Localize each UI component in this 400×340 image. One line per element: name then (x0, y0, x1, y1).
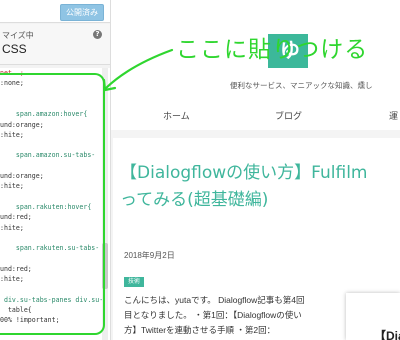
code-line: span.rakuten:hover{ (0, 202, 92, 211)
nav-item-home[interactable]: ホーム (163, 109, 190, 122)
site-nav: ホーム ブログ 運 (111, 98, 400, 130)
site-tagline: 便利なサービス、マニアックな知識、燻し (230, 81, 373, 90)
code-line: und:orange; (0, 120, 44, 129)
customizer-panel: 公開済み マイズ中 CSS ? net ; :none; span.amazon:… (0, 0, 111, 340)
code-line: span.amazon:hover{ (0, 110, 88, 119)
article-title-line: 【Dialogflowの使い方】Fulfilm (120, 163, 368, 183)
article-body-line: こんにちは、yutaです。 Dialogflow記事も第4回 (124, 295, 305, 305)
code-line: span.rakuten.su-tabs- (0, 244, 100, 253)
customizer-header: 公開済み (0, 0, 110, 23)
code-line: :hite; (0, 275, 24, 283)
editor-scrollbar[interactable] (102, 68, 108, 340)
code-line: :none; (0, 79, 24, 88)
code-line: und:red; (0, 213, 32, 222)
code-line: net ; (0, 69, 24, 77)
code-line: :hite; (0, 130, 24, 139)
nav-item-more[interactable]: 運 (389, 109, 398, 122)
article-body-line: 方】Twitterを連動させる手順 ・第2回： (124, 325, 276, 335)
article-date: 2018年9月2日 (124, 251, 175, 260)
thumbnail-text: 【Dia (374, 329, 400, 340)
nav-item-blog[interactable]: ブログ (275, 109, 302, 122)
article-title-line: ってみる(超基礎編) (120, 190, 269, 210)
code-line: span.amazon.su-tabs- (0, 151, 96, 160)
code-line: und:orange; (0, 172, 44, 180)
css-code-editor[interactable]: net ;:none; span.amazon:hover{und:orange… (0, 68, 110, 340)
category-tag[interactable]: 技術 (124, 277, 145, 287)
annotation-label: ここに貼りつける (176, 37, 369, 63)
code-line: table{ (0, 305, 32, 314)
code-line: :hite; (0, 223, 24, 232)
code-line: :hite; (0, 182, 24, 191)
css-section-header: マイズ中 CSS ? (0, 24, 110, 65)
article-thumbnail[interactable]: 【Dia (346, 293, 400, 340)
publish-button[interactable]: 公開済み (60, 4, 104, 21)
section-title: CSS (2, 42, 27, 56)
article-title[interactable]: 【Dialogflowの使い方】Fulfilm ってみる(超基礎編) (120, 160, 400, 214)
help-icon[interactable]: ? (93, 30, 102, 39)
scrollbar-thumb[interactable] (102, 243, 108, 289)
article-body: こんにちは、yutaです。 Dialogflow記事も第4回 目となりました。 … (124, 293, 339, 338)
code-line: div.su-tabs-panes div.su- (0, 295, 104, 304)
section-subtitle: マイズ中 (2, 31, 34, 40)
article-body-line: 目となりました。 ・第1回：【Dialogflowの使い (124, 310, 302, 320)
code-line: und:red; (0, 264, 32, 273)
code-line: 00% !important; (0, 316, 60, 325)
